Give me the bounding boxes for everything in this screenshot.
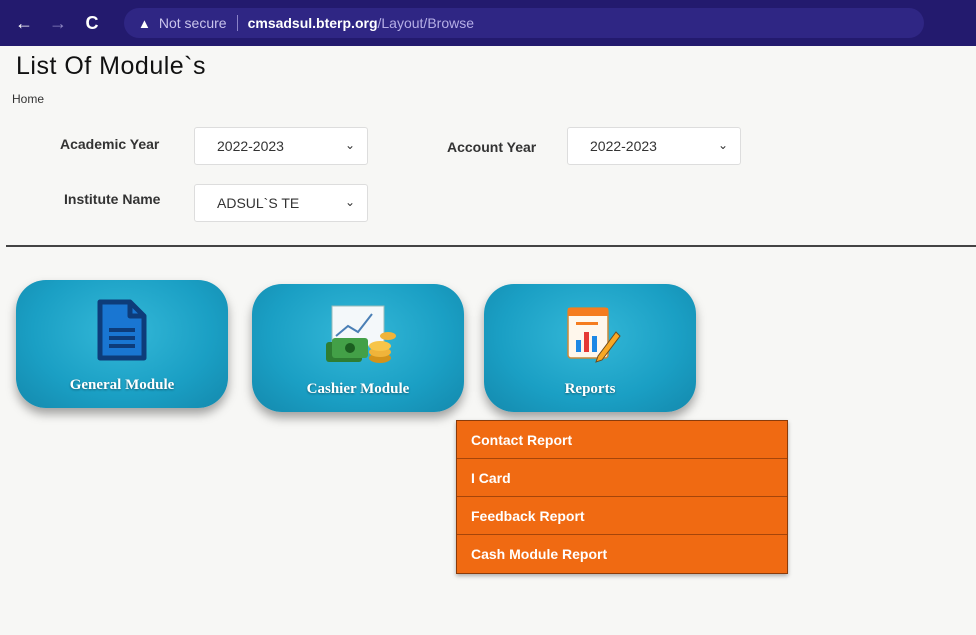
reload-icon[interactable]: C	[80, 11, 104, 35]
menu-item-cash-module-report[interactable]: Cash Module Report	[457, 535, 787, 573]
institute-name-select[interactable]: ADSUL`S TE ⌄	[194, 184, 368, 222]
account-year-select[interactable]: 2022-2023 ⌄	[567, 127, 741, 165]
report-icon	[558, 302, 622, 371]
cash-icon	[318, 302, 398, 371]
warning-icon: ▲	[138, 15, 151, 31]
reports-button[interactable]: Reports	[484, 284, 696, 412]
forward-arrow-icon[interactable]: →	[46, 11, 70, 35]
account-year-label: Account Year	[447, 139, 537, 155]
security-status: Not secure	[158, 15, 227, 31]
chevron-down-icon: ⌄	[344, 138, 355, 152]
address-bar[interactable]: ▲ Not secure cmsadsul.bterp.org /Layout/…	[124, 8, 924, 38]
browser-toolbar: ← → C ▲ Not secure cmsadsul.bterp.org /L…	[0, 0, 976, 46]
page-title: List Of Module`s	[16, 52, 207, 80]
cashier-module-label: Cashier Module	[306, 381, 410, 397]
chevron-down-icon: ⌄	[344, 195, 355, 209]
menu-item-i-card[interactable]: I Card	[457, 459, 787, 497]
academic-year-value: 2022-2023	[217, 138, 284, 154]
academic-year-select[interactable]: 2022-2023 ⌄	[194, 127, 368, 165]
menu-item-contact-report[interactable]: Contact Report	[457, 421, 787, 459]
reports-dropdown-menu: Contact Report I Card Feedback Report Ca…	[456, 420, 788, 574]
reports-label: Reports	[564, 381, 616, 397]
omnibox-divider	[236, 15, 238, 31]
url-host: cmsadsul.bterp.org	[247, 15, 378, 31]
chevron-down-icon: ⌄	[717, 138, 728, 152]
breadcrumb-home[interactable]: Home	[12, 92, 44, 106]
institute-name-label: Institute Name	[64, 191, 161, 207]
back-arrow-icon[interactable]: ←	[12, 11, 36, 35]
academic-year-label: Academic Year	[60, 136, 160, 152]
cashier-module-button[interactable]: Cashier Module	[252, 284, 464, 412]
general-module-label: General Module	[69, 377, 175, 393]
account-year-value: 2022-2023	[590, 138, 657, 154]
institute-name-value: ADSUL`S TE	[217, 195, 300, 211]
section-divider	[6, 245, 976, 247]
url-path: /Layout/Browse	[377, 15, 475, 31]
general-module-button[interactable]: General Module	[16, 280, 228, 408]
document-icon	[92, 298, 152, 367]
menu-item-feedback-report[interactable]: Feedback Report	[457, 497, 787, 535]
